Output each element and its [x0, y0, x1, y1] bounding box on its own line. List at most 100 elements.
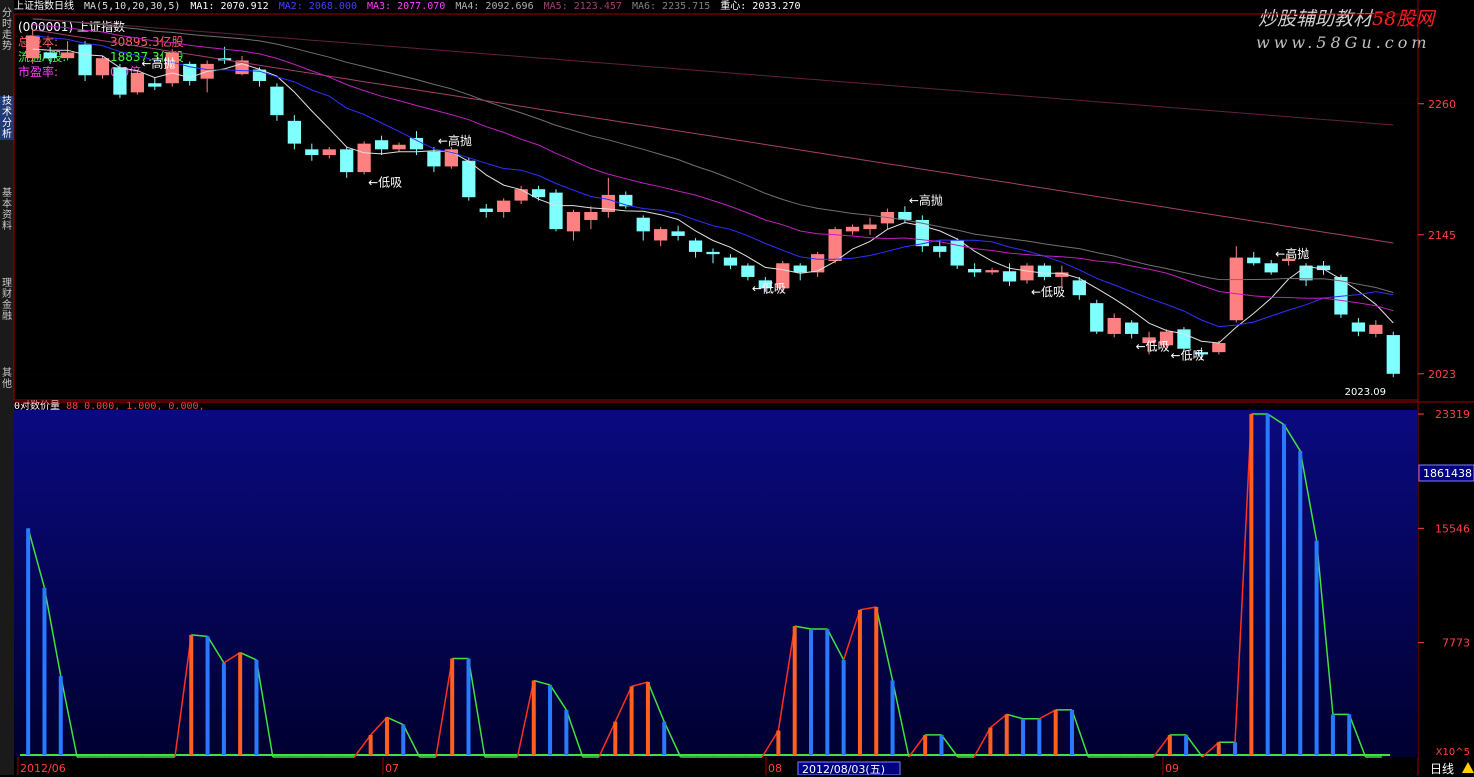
time-axis-label: 07: [385, 762, 399, 775]
candle-body: [584, 212, 598, 220]
price-axis-label: 2023: [1428, 368, 1456, 381]
indicator-bar: [548, 684, 553, 755]
time-axis-label: 2012/06: [20, 762, 66, 775]
ma-long-line: [32, 29, 1394, 244]
candle-body: [1212, 343, 1226, 353]
candle-body: [549, 192, 563, 230]
indicator-bar: [384, 717, 389, 755]
candle-body: [845, 226, 860, 232]
candle-body: [741, 265, 755, 277]
candle-body: [78, 44, 92, 76]
indicator-bar: [939, 734, 944, 755]
candle-body: [828, 229, 842, 261]
indicator-axis-label: 15546: [1435, 522, 1470, 535]
candle-body: [497, 200, 511, 212]
indicator-bar: [238, 652, 243, 755]
ma5-line: [32, 48, 1394, 344]
candle-body: [148, 83, 162, 87]
indicator-bar: [1314, 540, 1319, 755]
candle-body: [95, 58, 110, 76]
candle-body: [1299, 265, 1313, 281]
candle-body: [1264, 263, 1278, 273]
candle-body: [688, 240, 703, 252]
indicator-bar: [1281, 424, 1286, 755]
time-axis-label: 08: [768, 762, 782, 775]
candle-body: [113, 67, 127, 95]
time-axis-label: 09: [1165, 762, 1179, 775]
indicator-bar: [1037, 718, 1042, 755]
candle-body: [462, 160, 476, 198]
candle-body: [968, 268, 982, 273]
indicator-axis-label: 7773: [1442, 637, 1470, 650]
indicator-bar: [874, 606, 879, 755]
candle-body: [60, 52, 75, 59]
price-axis-label: 2260: [1428, 98, 1456, 111]
candle-body: [479, 208, 493, 212]
candle-body: [374, 140, 389, 150]
indicator-bar: [466, 658, 471, 755]
indicator-bar: [662, 721, 667, 755]
indicator-bar: [1347, 714, 1352, 755]
current-price-label: 2023.09: [1345, 387, 1386, 398]
candle-body: [1229, 257, 1243, 321]
candle-body: [723, 257, 738, 266]
indicator-bar: [531, 680, 536, 755]
indicator-bar: [1167, 734, 1172, 755]
candle-body: [636, 217, 650, 232]
candle-body: [1002, 271, 1017, 282]
candle-body: [1020, 265, 1034, 281]
candle-body: [26, 35, 40, 59]
indicator-bar: [776, 730, 781, 755]
signal-label: ←低吸: [1031, 285, 1065, 299]
indicator-bar: [629, 686, 634, 755]
indicator-bar: [205, 636, 210, 755]
indicator-bar: [189, 634, 194, 755]
candle-body: [1090, 303, 1104, 332]
indicator-bar: [613, 721, 618, 755]
period-status[interactable]: 日线: [1430, 760, 1454, 777]
triangle-icon: [1462, 762, 1474, 773]
candle-body: [1125, 322, 1139, 334]
candle-body: [1386, 335, 1400, 374]
candle-body: [1177, 329, 1191, 349]
indicator-bar: [564, 709, 569, 755]
indicator-bar: [857, 609, 862, 755]
indicator-bar: [645, 681, 650, 755]
candle-body: [654, 229, 668, 241]
indicator-bar: [1330, 714, 1335, 755]
candle-body: [43, 52, 57, 59]
signal-label: ←低吸: [368, 175, 402, 189]
indicator-bar: [1069, 709, 1074, 755]
candle-body: [409, 137, 424, 150]
indicator-bar: [1298, 451, 1303, 755]
time-cursor-label: 2012/08/03(五): [802, 763, 885, 775]
main-chart-svg: 226021452023←高抛←低吸←高抛←低吸←高抛←低吸←低吸←低吸←高抛2…: [13, 0, 1474, 775]
candle-body: [811, 254, 825, 273]
candle-body: [1351, 322, 1366, 332]
indicator-bar: [368, 734, 373, 755]
candle-body: [392, 144, 406, 150]
indicator-bar: [825, 629, 830, 755]
indicator-bar: [841, 659, 846, 755]
candle-body: [863, 224, 877, 230]
candle-body: [357, 143, 371, 173]
candle-body: [1072, 280, 1086, 296]
indicator-bar: [1053, 709, 1058, 755]
signal-label: ←高抛: [438, 133, 472, 148]
indicator-bar: [42, 587, 47, 755]
indicator-bar: [254, 659, 259, 755]
indicator-bar: [1265, 414, 1270, 755]
candle-body: [1037, 265, 1052, 277]
indicator-axis-label: 23319: [1435, 408, 1470, 421]
indicator-bar: [450, 658, 455, 755]
indicator-bar: [1004, 714, 1009, 755]
candle-body: [1369, 324, 1383, 334]
indicator-bar: [792, 626, 797, 755]
indicator-bar: [809, 629, 814, 755]
indicator-bar: [221, 662, 226, 755]
indicator-bar: [1021, 718, 1026, 755]
signal-label: ←高抛: [1275, 246, 1309, 261]
indicator-bar: [890, 680, 895, 755]
signal-label: ←低吸: [752, 281, 786, 295]
price-axis-label: 2145: [1428, 229, 1456, 242]
